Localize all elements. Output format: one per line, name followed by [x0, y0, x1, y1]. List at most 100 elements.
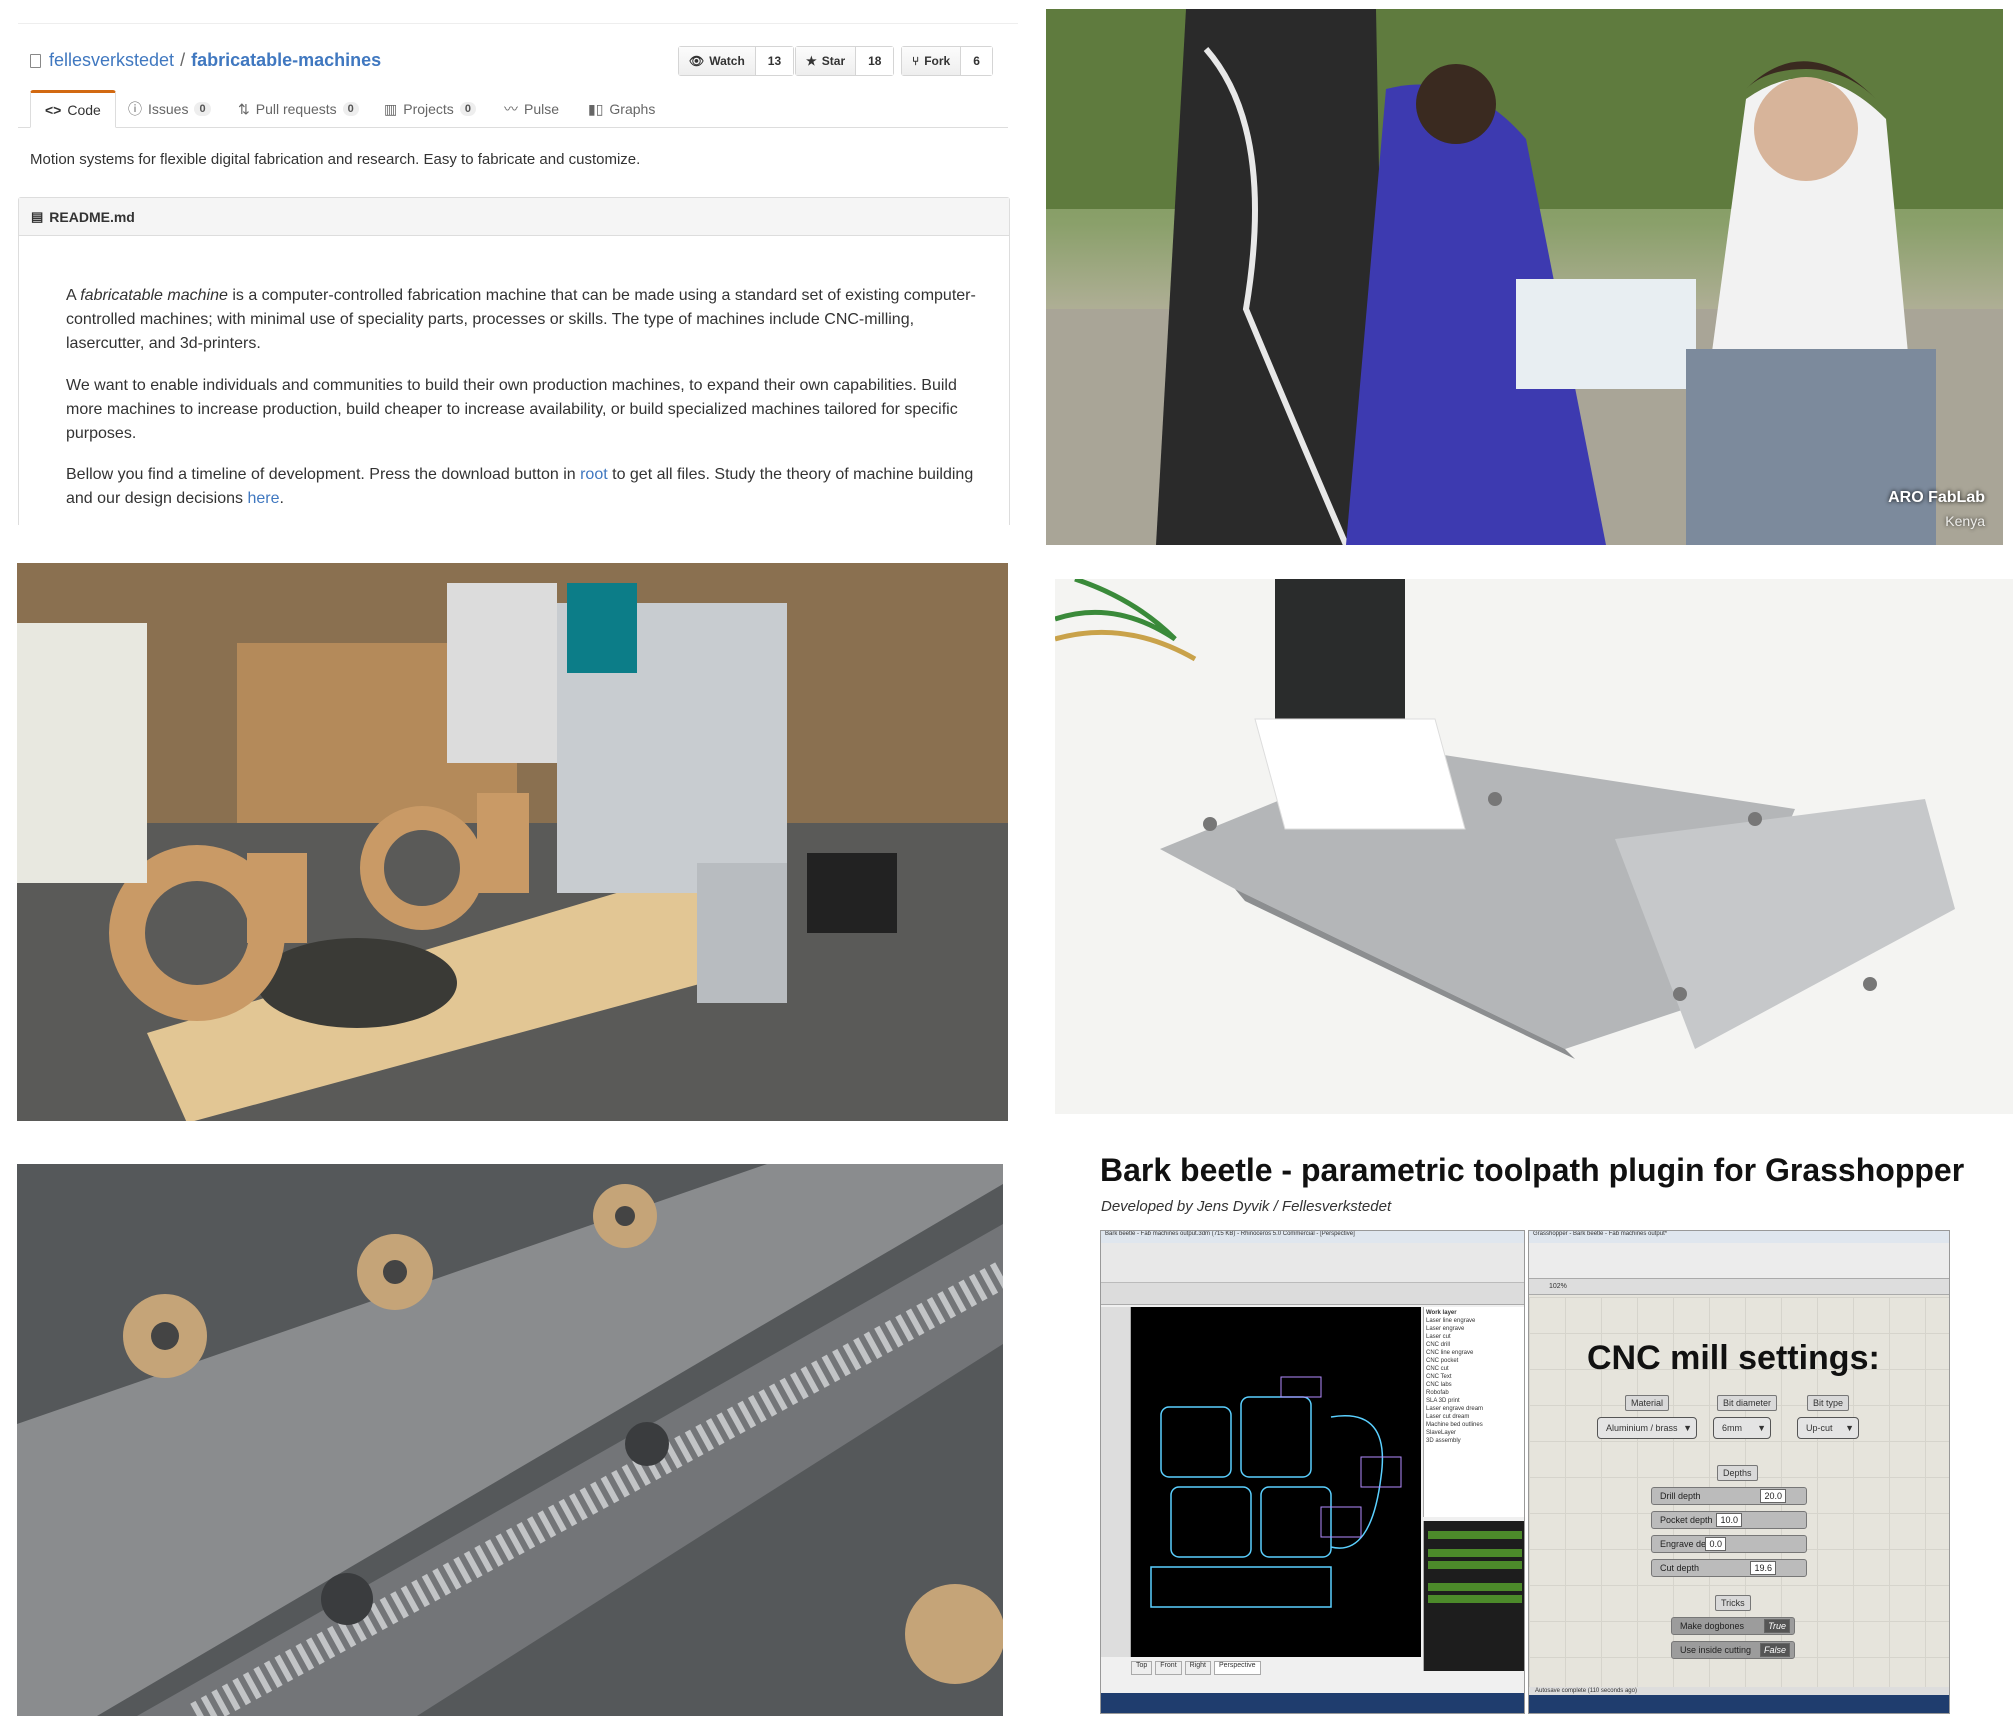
star-count[interactable]: 18	[856, 47, 894, 75]
repo-owner-link[interactable]: fellesverkstedet	[49, 50, 174, 71]
gh-remote-panel	[1423, 1521, 1524, 1671]
pull-request-icon: ⇅	[238, 100, 250, 117]
root-link[interactable]: root	[580, 466, 608, 483]
remote-slider-3[interactable]	[1428, 1561, 1522, 1569]
layer-item[interactable]: Laser engrave dream	[1426, 1405, 1524, 1413]
canvas-heading: CNC mill settings:	[1587, 1339, 1880, 1377]
remote-slider-4[interactable]	[1428, 1583, 1522, 1591]
viewport-tab-bar: Top Front Right Perspective	[1131, 1661, 1421, 1675]
windows-taskbar-right	[1529, 1695, 1949, 1713]
viewport-tab-perspective[interactable]: Perspective	[1213, 1661, 1261, 1675]
repo-description: Motion systems for flexible digital fabr…	[30, 151, 641, 168]
viewport-tab-right[interactable]: Right	[1184, 1661, 1211, 1675]
toggle-make-dogbones[interactable]: Make dogbones True	[1671, 1617, 1795, 1635]
readme-paragraph-3: Bellow you find a timeline of developmen…	[66, 466, 974, 507]
bit-diameter-label: Bit diameter	[1717, 1395, 1778, 1411]
layer-item[interactable]: Laser cut dream	[1426, 1413, 1524, 1421]
layer-item[interactable]: Machine bed outlines	[1426, 1421, 1524, 1429]
layer-item[interactable]: Laser cut	[1426, 1333, 1524, 1341]
toggle-inside-cutting[interactable]: Use inside cutting False	[1671, 1641, 1795, 1659]
layers-panel: Work layer Laser line engrave Laser engra…	[1423, 1307, 1524, 1517]
readme-paragraph-1: A fabricatable machine is a computer-con…	[66, 287, 976, 352]
slider-cut-depth[interactable]: Cut depth 19.6	[1651, 1559, 1807, 1577]
star-button-group: ★ Star 18	[795, 46, 895, 76]
github-panel: fellesverkstedet / fabricatable-machines…	[0, 0, 1020, 525]
rhino-window: Bark beetle - Fab machines output.3dm (7…	[1100, 1230, 1525, 1714]
dropdown-arrow-icon: ▼	[1683, 1423, 1692, 1433]
layer-item[interactable]: Laser engrave	[1426, 1325, 1524, 1333]
watch-button-group: 👁 Watch 13	[678, 46, 795, 76]
tab-pulse[interactable]: 〰 Pulse	[490, 90, 573, 128]
top-divider	[18, 0, 1018, 24]
issue-icon: ⓘ	[128, 101, 142, 117]
slider-engrave-depth[interactable]: Engrave depth 0.0	[1651, 1535, 1807, 1553]
fork-icon: ⑂	[912, 54, 920, 68]
aluminum-plate-photo	[1055, 579, 2013, 1114]
fork-button-group: ⑂ Fork 6	[901, 46, 993, 76]
repo-icon	[30, 53, 41, 68]
watermark-location: Kenya	[1945, 513, 1985, 529]
tab-graphs[interactable]: ▮▯ Graphs	[574, 90, 669, 128]
rhino-toolbar	[1101, 1283, 1524, 1305]
material-dropdown[interactable]: Aluminium / brass ▼	[1597, 1417, 1697, 1439]
slider-drill-depth[interactable]: Drill depth 20.0	[1651, 1487, 1807, 1505]
grasshopper-window: Grasshopper - Bark beetle - Fab machines…	[1528, 1230, 1950, 1714]
watch-button[interactable]: 👁 Watch	[679, 47, 756, 75]
barkbeetle-subtitle: Developed by Jens Dyvik / Fellesverksted…	[1101, 1198, 1392, 1215]
fork-count[interactable]: 6	[961, 47, 992, 75]
layer-item[interactable]: CNC pocket	[1426, 1357, 1524, 1365]
project-icon: ▥	[384, 100, 398, 117]
layer-item[interactable]: Robofab	[1426, 1389, 1524, 1397]
layer-list: Laser line engrave Laser engrave Laser cut…	[1426, 1317, 1524, 1445]
grasshopper-status-bar: Autosave complete (110 seconds ago)	[1529, 1687, 1949, 1695]
zoom-level[interactable]: 102%	[1549, 1283, 1567, 1290]
layer-item[interactable]: SlaveLayer	[1426, 1429, 1524, 1437]
rhino-command-area	[1101, 1243, 1524, 1283]
rhino-left-toolbar	[1101, 1307, 1131, 1657]
here-link[interactable]: here	[247, 490, 279, 507]
fork-button[interactable]: ⑂ Fork	[902, 47, 962, 75]
tab-issues[interactable]: ⓘ Issues 0	[114, 90, 225, 128]
windows-taskbar	[1101, 1693, 1524, 1713]
layer-item[interactable]: 3D assembly	[1426, 1437, 1524, 1445]
depths-label: Depths	[1717, 1465, 1758, 1481]
slider-pocket-depth[interactable]: Pocket depth 10.0	[1651, 1511, 1807, 1529]
fablab-photo-art	[1046, 9, 2003, 545]
layer-item[interactable]: CNC drill	[1426, 1341, 1524, 1349]
tricks-label: Tricks	[1715, 1595, 1751, 1611]
graph-icon: ▮▯	[588, 100, 604, 117]
code-icon: <>	[45, 102, 62, 118]
bit-type-dropdown[interactable]: Up-cut ▼	[1797, 1417, 1859, 1439]
repo-name-link[interactable]: fabricatable-machines	[191, 50, 381, 71]
tab-projects[interactable]: ▥ Projects 0	[370, 90, 490, 128]
fablab-photo: ARO FabLab Kenya	[1046, 9, 2003, 545]
tab-pull-requests[interactable]: ⇅ Pull requests 0	[224, 90, 373, 128]
pulse-icon: 〰	[504, 101, 518, 117]
rack-closeup-photo-art	[17, 1164, 1003, 1716]
barkbeetle-title: Bark beetle - parametric toolpath plugin…	[1100, 1152, 1965, 1188]
viewport-tab-front[interactable]: Front	[1155, 1661, 1182, 1675]
layer-item[interactable]: CNC Text	[1426, 1373, 1524, 1381]
readme-paragraph-2: We want to enable individuals and commun…	[66, 377, 958, 442]
rack-closeup-photo	[17, 1164, 1003, 1716]
rhino-viewport[interactable]	[1131, 1307, 1421, 1657]
watch-count[interactable]: 13	[755, 47, 794, 75]
layer-item[interactable]: SLA 3D print	[1426, 1397, 1524, 1405]
grasshopper-title-bar: Grasshopper - Bark beetle - Fab machines…	[1529, 1231, 1949, 1243]
cnc-machine-photo-art	[17, 563, 1008, 1121]
layer-item[interactable]: CNC line engrave	[1426, 1349, 1524, 1357]
remote-slider-1[interactable]	[1428, 1531, 1522, 1539]
rhino-viewport-toolpaths	[1150, 1376, 1402, 1608]
layer-item[interactable]: CNC cut	[1426, 1365, 1524, 1373]
layer-item[interactable]: Laser line engrave	[1426, 1317, 1524, 1325]
star-button[interactable]: ★ Star	[796, 47, 857, 75]
tab-code[interactable]: <> Code	[30, 90, 116, 128]
eye-icon: 👁	[689, 54, 705, 68]
viewport-tab-top[interactable]: Top	[1131, 1661, 1153, 1675]
star-icon: ★	[806, 54, 817, 68]
bit-diameter-dropdown[interactable]: 6mm ▼	[1713, 1417, 1771, 1439]
material-label: Material	[1625, 1395, 1670, 1411]
remote-slider-2[interactable]	[1428, 1549, 1522, 1557]
remote-slider-5[interactable]	[1428, 1595, 1522, 1603]
layer-item[interactable]: CNC labs	[1426, 1381, 1524, 1389]
